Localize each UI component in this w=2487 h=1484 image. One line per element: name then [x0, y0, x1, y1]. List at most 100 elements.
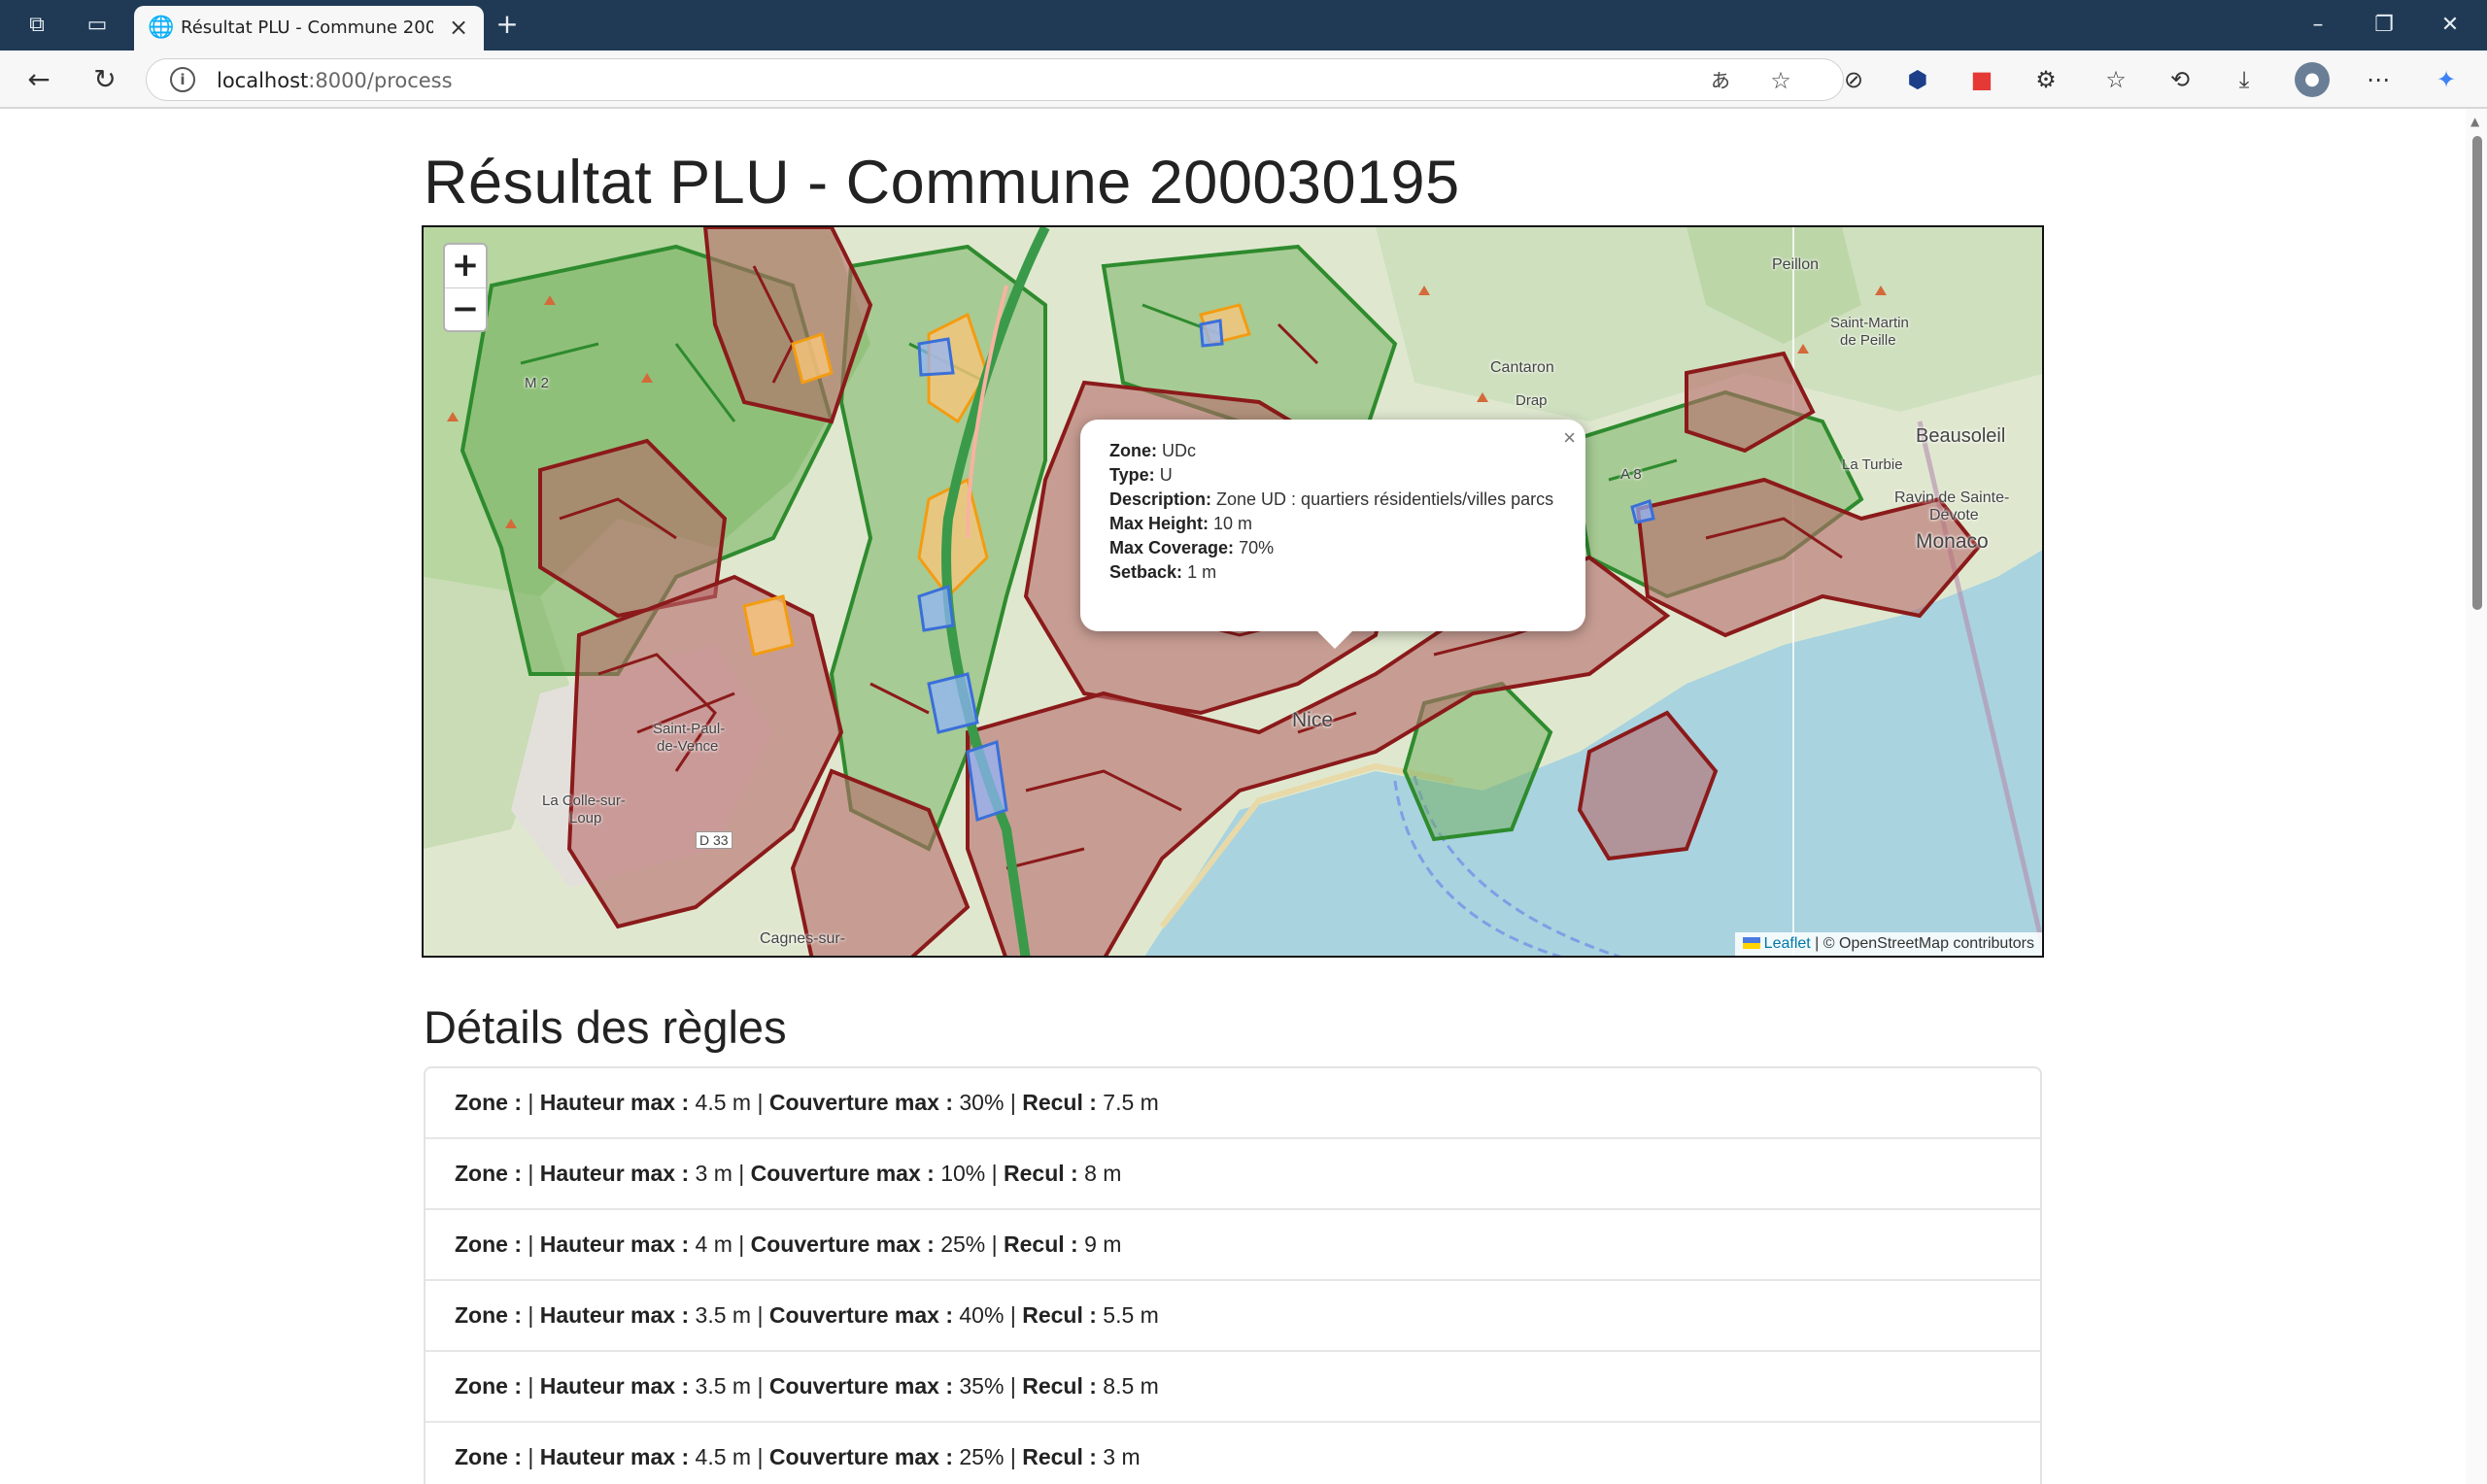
- rule-zone-label: Zone :: [455, 1231, 522, 1257]
- map-label-nice: Nice: [1292, 709, 1334, 731]
- scroll-up-arrow-icon[interactable]: ▲: [2470, 115, 2479, 128]
- rule-row: Zone : | Hauteur max : 3 m | Couverture …: [426, 1139, 2040, 1210]
- rule-separator: |: [528, 1444, 534, 1469]
- popup-setback: Setback: 1 m: [1109, 560, 1556, 585]
- rule-recul-label: Recul :: [1022, 1444, 1097, 1469]
- favorites-icon[interactable]: ☆: [2098, 62, 2133, 97]
- rule-recul-value: 5.5 m: [1103, 1302, 1159, 1328]
- rule-recul-label: Recul :: [1004, 1161, 1078, 1186]
- rule-separator: |: [738, 1231, 745, 1257]
- rule-hauteur-label: Hauteur max :: [539, 1161, 690, 1186]
- rule-zone-label: Zone :: [455, 1302, 522, 1328]
- rule-couverture-label: Couverture max :: [750, 1161, 935, 1186]
- extension-shield-icon[interactable]: ⬢: [1900, 62, 1935, 97]
- rule-recul-label: Recul :: [1004, 1231, 1078, 1257]
- rule-zone-label: Zone :: [455, 1373, 522, 1399]
- rule-hauteur-value: 4 m: [695, 1231, 732, 1257]
- tab-actions-icon[interactable]: ▭: [82, 10, 113, 41]
- rule-row: Zone : | Hauteur max : 3.5 m | Couvertur…: [426, 1281, 2040, 1352]
- rule-hauteur-value: 3 m: [695, 1161, 732, 1186]
- restore-button[interactable]: ❐: [2363, 8, 2405, 43]
- map-label-a8: A 8: [1620, 466, 1642, 483]
- popup-description: Description: Zone UD : quartiers résiden…: [1109, 488, 1556, 512]
- rule-couverture-label: Couverture max :: [768, 1302, 953, 1328]
- tab-close-icon[interactable]: ×: [445, 14, 472, 41]
- rule-hauteur-value: 3.5 m: [695, 1302, 752, 1328]
- map-label-d33: D 33: [696, 831, 732, 849]
- rule-couverture-value: 30%: [959, 1090, 1005, 1115]
- extensions-icon[interactable]: ⚙: [2028, 62, 2063, 97]
- rule-recul-label: Recul :: [1022, 1373, 1097, 1399]
- more-menu-icon[interactable]: ⋯: [2361, 62, 2396, 97]
- page-viewport: Résultat PLU - Commune 200030195 + − Pei…: [0, 109, 2466, 1484]
- rule-recul-value: 8 m: [1084, 1161, 1122, 1186]
- popup-coverage-label: Max Coverage:: [1109, 538, 1235, 557]
- popup-coverage: Max Coverage: 70%: [1109, 536, 1556, 560]
- close-window-button[interactable]: ✕: [2429, 8, 2471, 43]
- popup-height-label: Max Height:: [1109, 514, 1209, 533]
- rule-row: Zone : | Hauteur max : 4.5 m | Couvertur…: [426, 1068, 2040, 1139]
- rule-separator: |: [757, 1090, 764, 1115]
- browser-toolbar: ← ↻ i localhost:8000/process あ ☆ ⊘ ⬢ ■ ⚙…: [0, 51, 2487, 109]
- rules-list: Zone : | Hauteur max : 4.5 m | Couvertur…: [424, 1066, 2042, 1484]
- osm-attribution[interactable]: | © OpenStreetMap contributors: [1815, 935, 2034, 952]
- map-label-peillon: Peillon: [1772, 256, 1820, 273]
- back-button[interactable]: ←: [21, 62, 56, 97]
- map-label-beausoleil: Beausoleil: [1916, 425, 2006, 447]
- profile-avatar[interactable]: ●: [2295, 62, 2330, 97]
- rule-separator: |: [757, 1302, 764, 1328]
- popup-type: Type: U: [1109, 463, 1556, 488]
- minimize-button[interactable]: –: [2297, 8, 2339, 43]
- rule-separator: |: [757, 1373, 764, 1399]
- tracking-prevention-icon[interactable]: ⊘: [1836, 62, 1871, 97]
- address-bar[interactable]: i localhost:8000/process あ ☆: [146, 58, 1844, 101]
- reload-button[interactable]: ↻: [87, 62, 122, 97]
- copilot-icon[interactable]: ✦: [2429, 62, 2464, 97]
- history-icon[interactable]: ⟲: [2163, 62, 2197, 97]
- popup-zone-label: Zone:: [1109, 441, 1157, 460]
- map-label-de-peille: de Peille: [1840, 332, 1896, 349]
- rule-separator: |: [528, 1302, 534, 1328]
- extension-red-icon[interactable]: ■: [1964, 62, 1999, 97]
- site-info-icon[interactable]: i: [170, 67, 195, 92]
- workspaces-icon[interactable]: ⧉: [21, 10, 52, 41]
- new-tab-button[interactable]: +: [492, 10, 523, 41]
- zoom-in-button[interactable]: +: [445, 245, 486, 287]
- popup-zone-value: UDc: [1162, 441, 1197, 460]
- map-label-cagnes: Cagnes-sur-: [760, 930, 846, 947]
- browser-tab[interactable]: 🌐 Résultat PLU - Commune 200030195 ×: [134, 6, 484, 51]
- favorite-star-icon[interactable]: ☆: [1765, 65, 1796, 96]
- rule-hauteur-value: 4.5 m: [695, 1090, 752, 1115]
- rule-couverture-label: Couverture max :: [768, 1373, 953, 1399]
- popup-close-button[interactable]: ×: [1563, 425, 1576, 450]
- map-label-la-turbie: La Turbie: [1842, 456, 1903, 473]
- popup-height: Max Height: 10 m: [1109, 512, 1556, 536]
- downloads-icon[interactable]: ⤓: [2227, 62, 2262, 97]
- rule-separator: |: [991, 1231, 998, 1257]
- rule-hauteur-value: 4.5 m: [695, 1444, 752, 1469]
- map-label-m2: M 2: [525, 375, 550, 391]
- map-label-devote: Dévote: [1929, 507, 1979, 523]
- translate-icon[interactable]: あ: [1705, 65, 1736, 96]
- rule-row: Zone : | Hauteur max : 3.5 m | Couvertur…: [426, 1352, 2040, 1423]
- popup-desc-label: Description:: [1109, 489, 1212, 509]
- page-scrollbar[interactable]: ▲: [2466, 109, 2487, 1484]
- rule-separator: |: [528, 1231, 534, 1257]
- popup-desc-value: Zone UD : quartiers résidentiels/villes …: [1216, 489, 1554, 509]
- rule-separator: |: [1009, 1373, 1016, 1399]
- rule-zone-label: Zone :: [455, 1090, 522, 1115]
- page-title: Résultat PLU - Commune 200030195: [424, 149, 1460, 217]
- rule-separator: |: [1009, 1302, 1016, 1328]
- url-text[interactable]: localhost:8000/process: [217, 69, 453, 92]
- leaflet-link[interactable]: Leaflet: [1764, 935, 1811, 952]
- scrollbar-thumb[interactable]: [2472, 136, 2482, 610]
- browser-titlebar: ⧉ ▭ 🌐 Résultat PLU - Commune 200030195 ×…: [0, 0, 2487, 51]
- globe-icon: 🌐: [148, 16, 175, 40]
- zoom-out-button[interactable]: −: [445, 287, 486, 330]
- rule-row: Zone : | Hauteur max : 4.5 m | Couvertur…: [426, 1423, 2040, 1484]
- rule-hauteur-value: 3.5 m: [695, 1373, 752, 1399]
- rule-recul-value: 7.5 m: [1103, 1090, 1159, 1115]
- rule-couverture-value: 25%: [959, 1444, 1005, 1469]
- leaflet-map[interactable]: + − Peillon Saint-Martin de Peille Canta…: [422, 225, 2044, 958]
- rule-separator: |: [991, 1161, 998, 1186]
